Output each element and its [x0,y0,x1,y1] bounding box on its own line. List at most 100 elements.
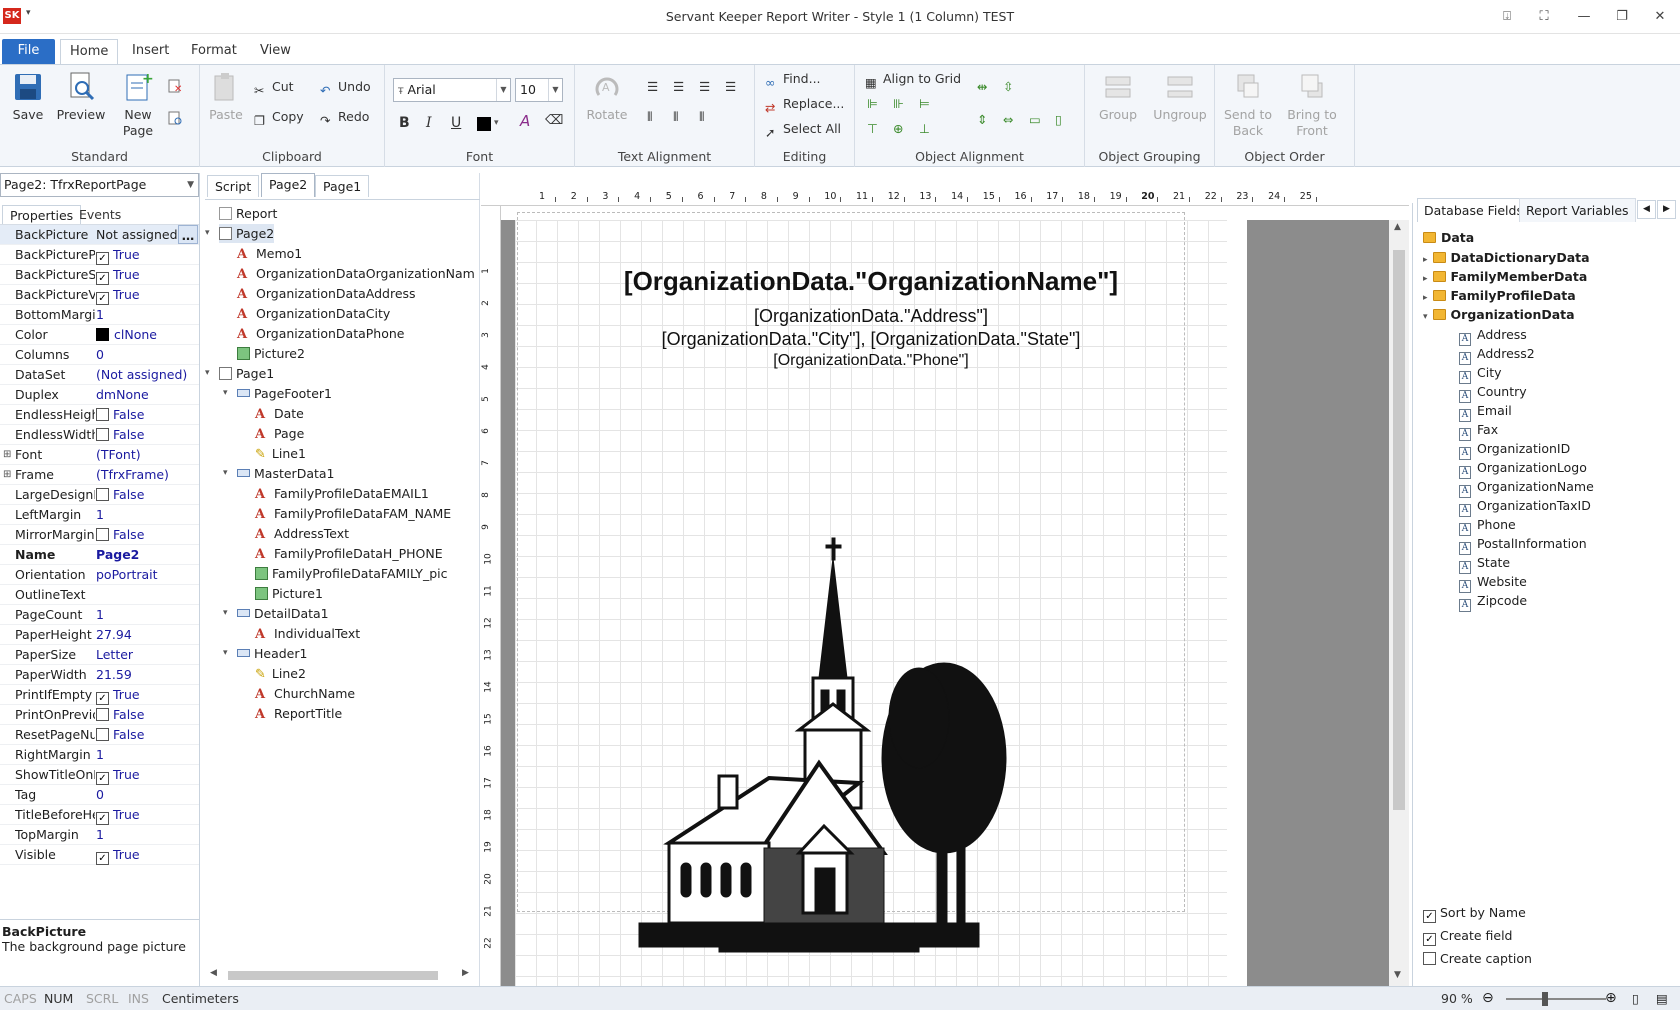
tab-page1[interactable]: Page1 [315,175,370,197]
tab-home[interactable]: Home [60,39,119,66]
designer-vertical-scrollbar[interactable]: ▲ ▼ [1389,220,1409,986]
property-row[interactable]: Visible ✓ True [0,845,199,865]
find-button[interactable]: ∞ Find... [765,69,821,90]
tree-item[interactable]: A OrganizationDataPhone [237,324,404,343]
sort-by-name-option[interactable]: ✓ Sort by Name [1423,903,1526,923]
property-value[interactable]: ✓ True [96,765,199,785]
create-caption-option[interactable]: Create caption [1423,949,1532,969]
property-row[interactable]: RightMargin 1 [0,745,199,765]
zoom-in-icon[interactable]: ⊕ [1605,987,1617,1010]
align-to-grid-button[interactable]: ▦ Align to Grid [865,69,961,90]
collapse-icon[interactable]: ▾ [205,364,210,383]
dataset-item[interactable]: ▾ OrganizationData [1423,305,1575,325]
undo-button[interactable]: ↶ Undo [320,77,371,98]
underline-button[interactable]: U [451,113,461,133]
property-row[interactable]: ⊞ Font (TFont) [0,445,199,465]
minimize-button[interactable]: — [1570,6,1598,28]
property-value[interactable]: ✓ True [96,265,199,285]
property-value[interactable]: 1 [96,745,199,764]
property-row[interactable]: Orientation poPortrait [0,565,199,585]
collapse-icon[interactable]: ▾ [223,604,228,623]
property-row[interactable]: EndlessHeight False [0,405,199,425]
tab-scroll-right-icon[interactable]: ▶ [1657,200,1676,219]
tab-scroll-left-icon[interactable]: ◀ [1637,200,1656,219]
property-checkbox[interactable]: ✓ [96,692,109,705]
property-row[interactable]: PaperWidth 21.59 [0,665,199,685]
property-value[interactable]: False [96,425,199,444]
dataset-item[interactable]: ▸ FamilyProfileData [1423,286,1576,306]
property-row[interactable]: ShowTitleOnP ✓ True [0,765,199,785]
tree-item[interactable]: Page2 [219,224,275,243]
field-item[interactable]: A Address [1459,325,1527,346]
property-checkbox[interactable]: ✓ [96,812,109,825]
scroll-up-icon[interactable]: ▲ [1394,222,1401,232]
property-value[interactable]: ✓ True [96,245,199,265]
field-item[interactable]: A Website [1459,572,1527,593]
tree-item[interactable]: A Page [255,424,304,443]
property-row[interactable]: ResetPageNu False [0,725,199,745]
align-rights-icon[interactable]: ⊨ [919,94,930,114]
property-value[interactable]: ✓ True [96,845,199,865]
bring-to-front-button[interactable]: Bring to Front [1279,71,1345,139]
property-value[interactable]: 1 [96,825,199,844]
collapse-icon[interactable]: ▾ [223,464,228,483]
tab-file[interactable]: File [2,39,55,64]
expand-icon[interactable]: ⊞ [3,465,11,484]
report-designer[interactable]: 1 2 3 4 5 6 7 8 9 10 11 12 13 14 15 16 17 18 19 20 21 22 23 24 2… [481,188,1409,986]
font-color-dropdown-icon[interactable]: ▾ [494,113,499,133]
same-height-icon[interactable]: ▯ [1055,110,1062,130]
page-view-icon[interactable]: ▯ [1632,987,1639,1010]
highlight-icon[interactable]: ⌫ [545,111,563,131]
align-left-icon[interactable]: ☰ [647,77,658,97]
field-item[interactable]: A Address2 [1459,344,1535,365]
tree-item[interactable]: Picture2 [237,344,305,363]
property-row[interactable]: LeftMargin 1 [0,505,199,525]
valign-bottom-icon[interactable]: ⦀ [699,107,705,127]
tree-item[interactable]: A AddressText [255,524,349,543]
expand-icon[interactable]: ▸ [1423,293,1428,303]
tree-item[interactable]: PageFooter1 [237,384,332,403]
font-color-button[interactable] [477,117,491,131]
property-checkbox[interactable] [96,708,109,721]
align-middles-icon[interactable]: ⊕ [893,119,903,139]
org-name-memo[interactable]: [OrganizationData."OrganizationName"] [515,266,1227,297]
property-value[interactable]: 0 [96,785,199,804]
tab-format[interactable]: Format [182,39,246,64]
tree-item[interactable]: Header1 [237,644,307,663]
ellipsis-button[interactable]: … [178,225,198,244]
property-checkbox[interactable]: ✓ [96,852,109,865]
ungroup-button[interactable]: Ungroup [1151,71,1209,123]
copy-button[interactable]: ❐ Copy [254,107,304,128]
property-row[interactable]: TopMargin 1 [0,825,199,845]
property-checkbox[interactable]: ✓ [96,272,109,285]
property-checkbox[interactable] [96,488,109,501]
tab-view[interactable]: View [251,39,300,64]
align-justify-icon[interactable]: ☰ [725,77,736,97]
tree-item[interactable]: DetailData1 [237,604,329,623]
property-checkbox[interactable] [96,408,109,421]
tree-item[interactable]: ✎ Line1 [255,444,306,463]
property-row[interactable]: PrintIfEmpty ✓ True [0,685,199,705]
rotate-button[interactable]: A Rotate [577,71,637,123]
align-right-icon[interactable]: ☰ [699,77,710,97]
property-row[interactable]: BackPictureVis✓ True [0,285,199,305]
property-row[interactable]: PaperHeight 27.94 [0,625,199,645]
space-vertically-icon[interactable]: ⇕ [977,110,987,130]
font-family-combo[interactable]: Ŧ Arial ▼ [393,78,511,102]
paste-button[interactable]: Paste [206,71,246,123]
ribbon-options-icon[interactable]: ⍗ [1493,6,1521,28]
property-value[interactable]: 0 [96,345,199,364]
field-item[interactable]: A Phone [1459,515,1516,536]
property-value[interactable]: (TfrxFrame) [96,465,199,484]
create-field-checkbox[interactable]: ✓ [1423,933,1436,946]
collapse-icon[interactable]: ▾ [223,384,228,403]
property-row[interactable]: ⊞ Frame (TfrxFrame) [0,465,199,485]
field-item[interactable]: A Country [1459,382,1527,403]
zoom-out-icon[interactable]: ⊖ [1482,987,1494,1010]
tree-item[interactable]: ✎ Line2 [255,664,306,683]
page-settings-icon[interactable] [167,111,183,125]
property-value[interactable]: 1 [96,305,199,324]
property-row[interactable]: PrintOnPrevio False [0,705,199,725]
align-centers-icon[interactable]: ⊪ [893,94,904,114]
expand-icon[interactable]: ⊞ [3,445,11,464]
